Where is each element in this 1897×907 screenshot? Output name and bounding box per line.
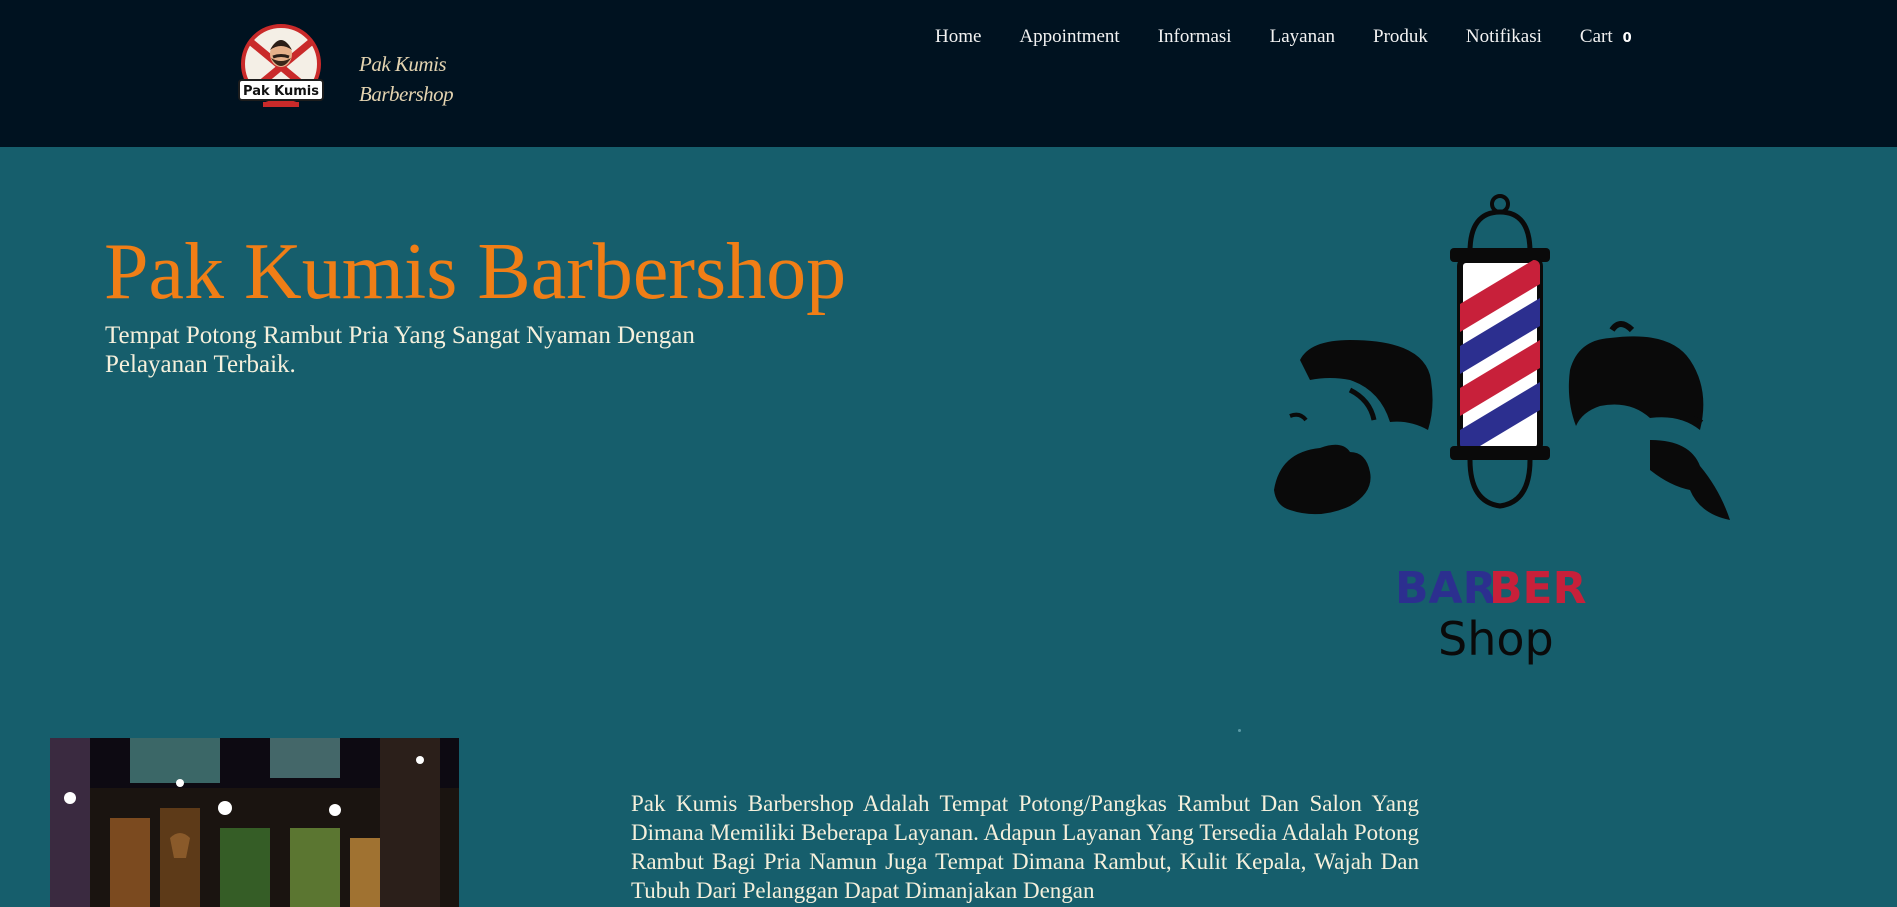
barber-mascot-logo: Pak Kumis bbox=[238, 24, 324, 107]
nav-informasi[interactable]: Informasi bbox=[1158, 26, 1232, 48]
brand-name: Pak Kumis Barbershop bbox=[359, 49, 454, 109]
art-word-ber: BER bbox=[1489, 563, 1586, 614]
hero-subtitle: Tempat Potong Rambut Pria Yang Sangat Ny… bbox=[105, 322, 695, 378]
nav-cart-label: Cart bbox=[1579, 26, 1613, 47]
cart-count-badge: 0 bbox=[1622, 31, 1632, 46]
logo-badge-text: Pak Kumis bbox=[243, 84, 319, 99]
logo-badge[interactable]: Pak Kumis bbox=[233, 24, 329, 112]
right-face-silhouette bbox=[1568, 321, 1730, 520]
barber-pole-illustration: BAR BER Shop bbox=[1274, 194, 1730, 666]
shop-interior-photo bbox=[50, 738, 459, 907]
nav-cart[interactable]: Cart 0 bbox=[1580, 26, 1632, 48]
nav-home[interactable]: Home bbox=[935, 26, 981, 48]
hero-title: Pak Kumis Barbershop bbox=[104, 228, 847, 316]
decorative-dot bbox=[1238, 729, 1241, 732]
art-word-bar: BAR bbox=[1395, 563, 1496, 614]
brand-name-line1: Pak Kumis bbox=[359, 52, 447, 76]
art-word-shop: Shop bbox=[1438, 612, 1554, 666]
nav-produk[interactable]: Produk bbox=[1373, 26, 1428, 48]
main-nav: Home Appointment Informasi Layanan Produ… bbox=[935, 26, 1670, 48]
shop-interior-image bbox=[50, 738, 459, 907]
nav-notifikasi[interactable]: Notifikasi bbox=[1466, 26, 1542, 48]
about-description: Pak Kumis Barbershop Adalah Tempat Poton… bbox=[631, 791, 1419, 903]
nav-layanan[interactable]: Layanan bbox=[1270, 26, 1335, 48]
brand-name-line2: Barbershop bbox=[359, 82, 454, 106]
top-navbar: Pak Kumis Pak Kumis Barbershop Home Appo… bbox=[0, 0, 1897, 147]
left-face-silhouette bbox=[1274, 340, 1433, 515]
nav-appointment[interactable]: Appointment bbox=[1019, 26, 1119, 48]
barber-pole bbox=[1450, 194, 1550, 509]
